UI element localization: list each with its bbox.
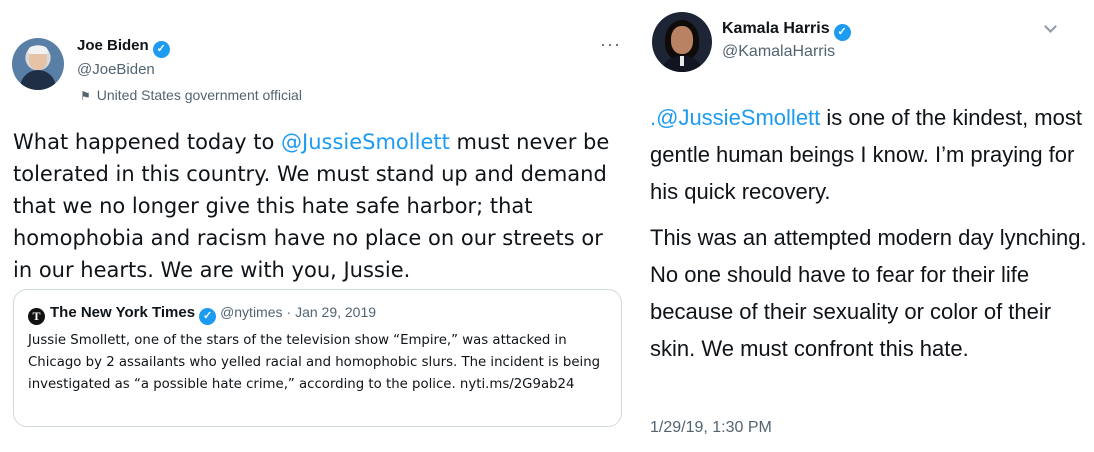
verified-badge-icon: ✓ [833, 24, 851, 41]
author-name[interactable]: Kamala Harris ✓ [722, 20, 851, 41]
author-handle[interactable]: @KamalaHarris [722, 43, 835, 61]
quoted-date: · Jan 29, 2019 [286, 304, 377, 320]
tweet-text: What happened today to @JussieSmollett m… [13, 130, 610, 282]
quoted-tweet[interactable]: T The New York Times ✓ @nytimes · Jan 29, 20… [13, 289, 622, 427]
verified-badge-icon: ✓ [152, 41, 170, 58]
tweet-joe-biden[interactable]: Joe Biden ✓ @JoeBiden ⚑ United States gove… [0, 0, 640, 452]
quoted-author-name[interactable]: The New York Times [50, 304, 195, 321]
mention-link[interactable]: @JussieSmollett [281, 130, 450, 154]
tweet-paragraph: This was an attempted modern day lynchin… [650, 225, 1087, 361]
chevron-down-icon[interactable] [1044, 20, 1057, 33]
verified-badge-icon: ✓ [199, 308, 217, 325]
mention-link[interactable]: .@JussieSmollett [650, 105, 820, 130]
tweet-paragraph: .@JussieSmollett is one of the kindest, … [650, 105, 1082, 204]
author-name[interactable]: Joe Biden ✓ [77, 37, 170, 58]
more-options-icon[interactable]: ··· [600, 34, 621, 55]
avatar-kamala-harris[interactable] [652, 12, 712, 72]
quoted-tweet-text: Jussie Smollett, one of the stars of the… [28, 333, 601, 392]
nyt-logo-icon: T [28, 308, 45, 325]
tweet-timestamp[interactable]: 1/29/19, 1:30 PM [650, 419, 772, 437]
avatar-joe-biden[interactable] [12, 38, 64, 90]
author-handle[interactable]: @JoeBiden [77, 61, 155, 78]
quoted-author-handle[interactable]: @nytimes [220, 304, 282, 320]
tweet-kamala-harris[interactable]: Kamala Harris ✓ @KamalaHarris .@JussieSmo… [640, 0, 1094, 452]
government-label: ⚑ United States government official [80, 87, 302, 103]
flag-icon: ⚑ [80, 89, 91, 103]
tweet-text: .@JussieSmollett is one of the kindest, … [650, 99, 1090, 367]
quoted-tweet-header: T The New York Times ✓ @nytimes · Jan 29, 20… [28, 304, 376, 325]
